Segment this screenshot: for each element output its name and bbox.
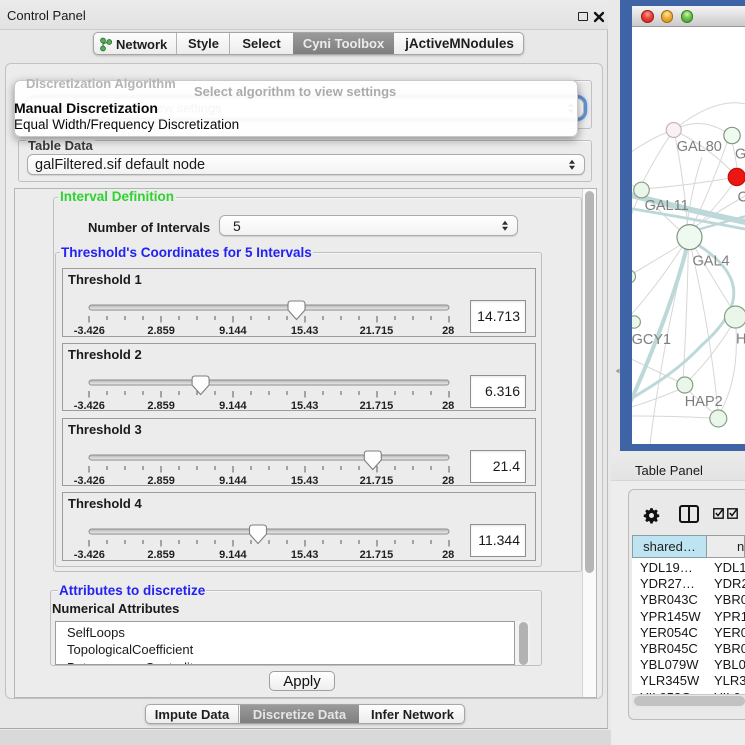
svg-text:GAL7: GAL7	[735, 147, 745, 163]
svg-text:GAL4: GAL4	[693, 254, 730, 270]
svg-text:GAL80: GAL80	[677, 139, 722, 155]
svg-text:GCY1: GCY1	[632, 332, 671, 348]
svg-text:CYC8: CYC8	[738, 190, 745, 206]
svg-text:GAL11: GAL11	[645, 198, 689, 214]
svg-text:HIS7: HIS7	[736, 332, 745, 348]
svg-text:HAP2: HAP2	[685, 394, 723, 410]
